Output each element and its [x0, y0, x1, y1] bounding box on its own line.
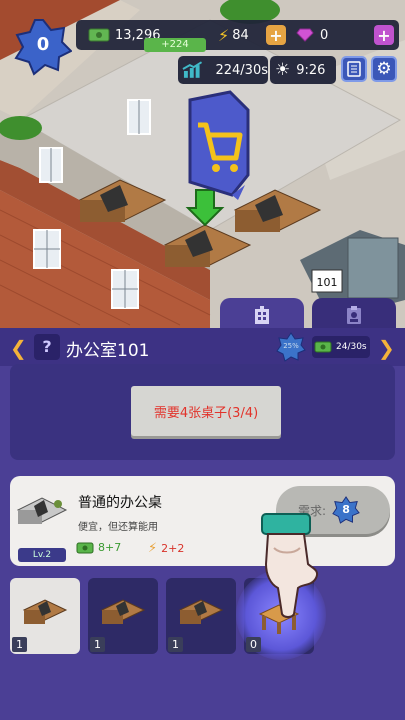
- furniture-level: Lv.2: [18, 548, 66, 562]
- help-button[interactable]: ?: [34, 334, 60, 360]
- growth-chart-icon: [182, 61, 203, 78]
- list-icon: [347, 61, 361, 77]
- desk-thumbnail-icon: [16, 497, 68, 524]
- cash-gain-popup: +224: [144, 38, 206, 52]
- energy-icon: ⚡: [218, 25, 230, 45]
- cash-icon: [88, 28, 110, 42]
- cash-stat-value: 8+7: [98, 541, 122, 554]
- desk-icon: [100, 599, 146, 624]
- add-energy-button[interactable]: +: [266, 25, 286, 45]
- room-panel: ❮ ? 办公室101 25% 24/30s ❯ 需要4张桌子(3/4) 普通的办…: [0, 328, 405, 720]
- furniture-title: 普通的办公桌: [78, 495, 162, 511]
- settings-button[interactable]: ⚙: [371, 56, 397, 82]
- room-star-label: 25%: [283, 342, 299, 350]
- add-gems-button[interactable]: +: [374, 25, 394, 45]
- tutorial-hand-icon: [261, 513, 318, 618]
- furniture-slot-2[interactable]: 1: [88, 578, 158, 654]
- desk-icon: [22, 599, 68, 624]
- gear-icon: ⚙: [376, 58, 392, 79]
- room-star-badge: 25%: [276, 332, 306, 362]
- resource-bar: 13,296 ⚡ 84 + 0 +: [76, 20, 399, 50]
- prev-room-arrow-icon[interactable]: ❮: [10, 336, 27, 360]
- clock-time: 9:26: [296, 62, 326, 78]
- task-list-button[interactable]: [341, 56, 367, 82]
- energy-icon: ⚡: [148, 541, 158, 556]
- income-rate: 224/30s: [215, 62, 268, 78]
- player-level-badge[interactable]: 0: [14, 18, 73, 76]
- cash-icon: [76, 542, 94, 553]
- room-income-rate: 24/30s: [336, 342, 367, 352]
- furniture-cash-stat: 8+7: [76, 541, 121, 554]
- player-level: 0: [36, 34, 50, 55]
- furniture-slot-1[interactable]: 1: [10, 578, 80, 654]
- slot-count: 1: [12, 637, 27, 652]
- gem-amount: 0: [320, 27, 329, 43]
- furniture-slot-3[interactable]: 1: [166, 578, 236, 654]
- sun-icon: ☀: [275, 60, 291, 80]
- slot-count: 1: [168, 637, 183, 652]
- tab-building[interactable]: [220, 298, 304, 332]
- desk-icon: [178, 599, 224, 624]
- room-header: ❮ ? 办公室101 25% 24/30s ❯: [0, 328, 405, 366]
- building-icon: [255, 306, 269, 324]
- slot-count: 0: [246, 637, 261, 652]
- next-room-arrow-icon[interactable]: ❯: [378, 336, 395, 360]
- energy-amount: 84: [232, 27, 249, 43]
- need-level-badge: 8: [332, 496, 360, 524]
- door-sign: 101: [317, 276, 338, 289]
- tab-staff[interactable]: [312, 298, 396, 332]
- game-clock: ☀ 9:26: [270, 56, 336, 84]
- furniture-description: 便宜，但还算能用: [78, 522, 158, 533]
- gem-icon: [296, 28, 314, 42]
- slot-count: 1: [90, 637, 105, 652]
- cash-icon: [314, 341, 332, 353]
- room-title: 办公室101: [66, 341, 150, 361]
- furniture-energy-stat: ⚡ 2+2: [148, 541, 184, 556]
- room-income: 24/30s: [312, 336, 370, 358]
- requirement-button[interactable]: 需要4张桌子(3/4): [131, 386, 281, 436]
- shop-bubble[interactable]: [188, 90, 250, 200]
- furniture-card: 普通的办公桌 便宜，但还算能用 Lv.2 8+7 ⚡ 2+2 需求: 8: [10, 476, 395, 566]
- clipboard-icon: [347, 306, 361, 324]
- energy-stat-value: 2+2: [161, 542, 185, 555]
- need-level-value: 8: [342, 503, 350, 516]
- income-rate-display: 224/30s: [178, 56, 268, 84]
- requirement-area: 需要4张桌子(3/4): [10, 364, 395, 460]
